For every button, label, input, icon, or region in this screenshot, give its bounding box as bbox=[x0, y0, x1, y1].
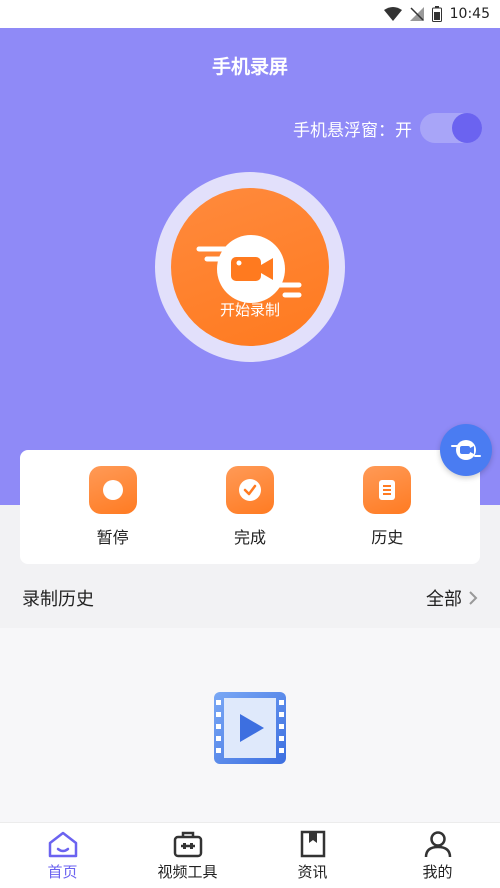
page-title: 手机录屏 bbox=[211, 56, 288, 78]
floating-record-bubble[interactable] bbox=[440, 424, 492, 476]
action-card: 暂停 完成 历史 bbox=[20, 450, 480, 564]
nav-news[interactable]: 资讯 bbox=[263, 830, 363, 882]
pause-icon bbox=[88, 466, 137, 514]
floating-window-toggle[interactable] bbox=[420, 113, 482, 143]
nav-video-tools-label: 视频工具 bbox=[157, 862, 218, 881]
battery-icon bbox=[431, 6, 442, 22]
nav-video-tools[interactable]: 视频工具 bbox=[138, 830, 238, 882]
view-all-label: 全部 bbox=[426, 589, 462, 610]
history-title: 录制历史 bbox=[22, 589, 94, 610]
pause-action[interactable]: 暂停 bbox=[73, 466, 153, 548]
history-action[interactable]: 历史 bbox=[347, 466, 427, 548]
camera-bubble-icon bbox=[451, 440, 481, 460]
toolbox-icon bbox=[173, 831, 202, 857]
home-icon bbox=[48, 831, 77, 857]
view-all-link[interactable]: 全部 bbox=[426, 585, 478, 611]
bookmark-icon bbox=[300, 830, 325, 857]
status-time: 10:45 bbox=[449, 6, 490, 22]
pause-label: 暂停 bbox=[96, 528, 129, 547]
history-list-empty bbox=[0, 628, 500, 822]
nav-news-label: 资讯 bbox=[297, 862, 328, 881]
start-record-label: 开始录制 bbox=[219, 301, 280, 319]
wifi-icon bbox=[383, 7, 402, 21]
status-bar: 10:45 bbox=[0, 0, 500, 28]
floating-window-row: 手机悬浮窗：开 bbox=[293, 113, 482, 143]
finish-label: 完成 bbox=[233, 528, 266, 547]
video-file-icon bbox=[214, 692, 286, 764]
bottom-nav: 首页 视频工具 资讯 我的 bbox=[0, 822, 500, 888]
record-button-ring: 开始录制 bbox=[155, 172, 345, 362]
nav-profile-label: 我的 bbox=[422, 862, 453, 881]
user-icon bbox=[424, 830, 451, 857]
floating-window-label: 手机悬浮窗：开 bbox=[293, 120, 412, 141]
start-record-button[interactable]: 开始录制 bbox=[171, 188, 329, 346]
video-camera-icon bbox=[196, 235, 302, 303]
history-icon bbox=[363, 466, 412, 514]
history-label: 历史 bbox=[371, 528, 404, 547]
nav-profile[interactable]: 我的 bbox=[388, 830, 488, 882]
nav-home-label: 首页 bbox=[47, 862, 78, 881]
toggle-knob bbox=[452, 113, 482, 143]
nav-home[interactable]: 首页 bbox=[13, 830, 113, 882]
check-icon bbox=[225, 466, 274, 514]
chevron-right-icon bbox=[469, 591, 478, 605]
no-signal-icon bbox=[409, 7, 424, 21]
finish-action[interactable]: 完成 bbox=[210, 466, 290, 548]
history-header: 录制历史 全部 bbox=[0, 572, 500, 624]
